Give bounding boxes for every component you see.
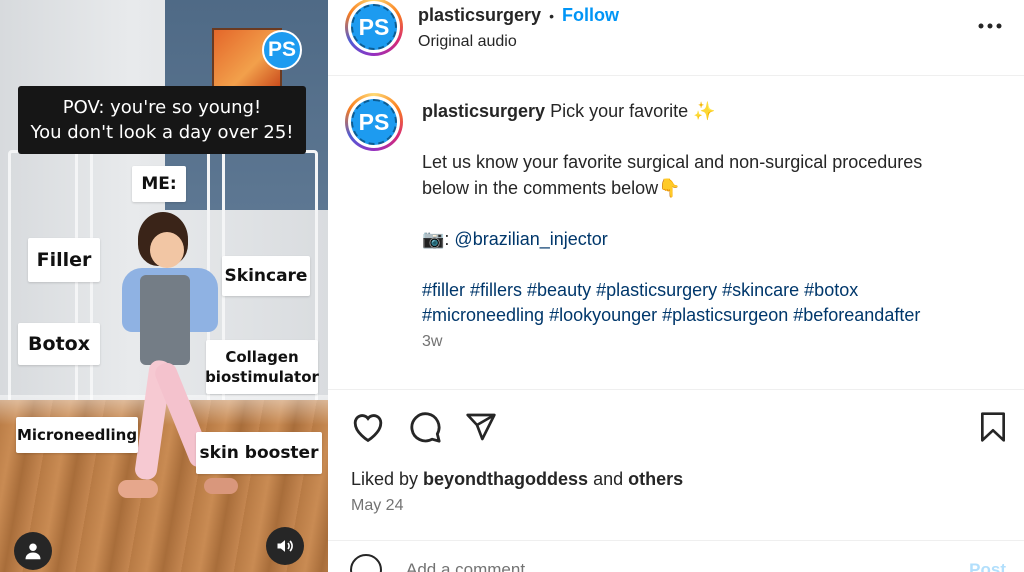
user-icon — [25, 543, 41, 560]
speaker-icon — [277, 540, 293, 552]
video-label-filler: Filler — [28, 238, 100, 282]
more-options-icon — [978, 23, 1002, 29]
caption-timestamp: 3w — [422, 332, 443, 350]
collagen-line-1: Collagen — [225, 348, 299, 366]
caption-avatar-logo: PS — [351, 99, 397, 145]
header-title-row: plasticsurgery • Follow — [418, 5, 619, 26]
audio-toggle-button[interactable] — [266, 527, 304, 565]
liked-others[interactable]: others — [628, 469, 683, 489]
comment-button[interactable] — [405, 407, 445, 447]
credit-handle-link[interactable]: @brazilian_injector — [454, 229, 607, 249]
caption-body-line-2: below in the comments below👇 — [422, 177, 681, 198]
post-caption: PS plasticsurgery Pick your favorite ✨ L… — [328, 77, 1024, 390]
video-child-shoe — [118, 480, 158, 498]
caption-headline: Pick your favorite ✨ — [550, 101, 716, 121]
video-label-microneedling: Microneedling — [16, 417, 138, 453]
video-pov-caption: POV: you're so young! You don't look a d… — [18, 86, 306, 154]
header-audio-label[interactable]: Original audio — [418, 33, 517, 51]
bookmark-icon — [980, 412, 1005, 442]
liked-and: and — [588, 469, 629, 489]
hashtags-line-2[interactable]: #microneedling #lookyounger #plasticsurg… — [422, 303, 1002, 329]
more-options-button[interactable] — [970, 6, 1010, 46]
video-label-botox: Botox — [18, 323, 100, 365]
camera-emoji: 📷: — [422, 228, 455, 249]
like-button[interactable] — [348, 407, 388, 447]
comment-bar: Add a comment… Post — [328, 540, 1024, 572]
header-username[interactable]: plasticsurgery — [418, 5, 541, 26]
post-actions: Liked by beyondthagoddess and others May… — [328, 391, 1024, 531]
video-label-me: ME: — [132, 166, 186, 202]
caption-username[interactable]: plasticsurgery — [422, 101, 545, 121]
video-watermark-logo: PS — [262, 30, 302, 70]
caption-text: plasticsurgery Pick your favorite ✨ Let … — [422, 99, 1002, 354]
video-child-vest — [140, 275, 190, 365]
caption-avatar[interactable]: PS — [345, 93, 403, 151]
video-child-shoe — [204, 478, 238, 494]
follow-button[interactable]: Follow — [562, 5, 619, 26]
post-comment-button[interactable]: Post — [969, 560, 1006, 572]
header-separator: • — [549, 7, 554, 24]
video-label-skin-booster: skin booster — [196, 432, 322, 474]
liked-prefix: Liked by — [351, 469, 424, 489]
caption-body-line-1: Let us know your favorite surgical and n… — [422, 152, 923, 172]
post-date: May 24 — [351, 497, 404, 514]
tagged-user-button[interactable] — [14, 532, 52, 570]
caption-credit-row: 📷: @brazilian_injector — [422, 227, 1002, 253]
likes-summary: Liked by beyondthagoddess and others — [351, 469, 683, 490]
liked-by-user[interactable]: beyondthagoddess — [423, 469, 588, 489]
header-avatar[interactable]: PS — [345, 0, 403, 56]
collagen-line-2: biostimulator — [205, 368, 319, 386]
caption-headline-row: plasticsurgery Pick your favorite ✨ — [422, 99, 1002, 125]
header-avatar-logo: PS — [351, 4, 397, 50]
send-icon — [466, 413, 496, 441]
video-label-collagen: Collagen biostimulator — [205, 340, 319, 394]
pov-line-1: POV: you're so young! — [62, 97, 262, 118]
share-button[interactable] — [461, 407, 501, 447]
pov-line-2: You don't look a day over 25! — [30, 122, 294, 143]
hashtags-line-1[interactable]: #filler #fillers #beauty #plasticsurgery… — [422, 278, 1002, 304]
emoji-icon[interactable] — [350, 554, 382, 572]
video-label-skincare: Skincare — [222, 256, 310, 296]
post-header: PS plasticsurgery • Follow Original audi… — [328, 0, 1024, 76]
save-button[interactable] — [973, 407, 1013, 447]
reel-video[interactable]: PS POV: you're so young! You don't look … — [0, 0, 328, 572]
comment-icon — [410, 412, 441, 443]
heart-icon — [353, 414, 383, 443]
video-child-face — [150, 232, 184, 268]
comment-input[interactable]: Add a comment… — [406, 560, 542, 572]
